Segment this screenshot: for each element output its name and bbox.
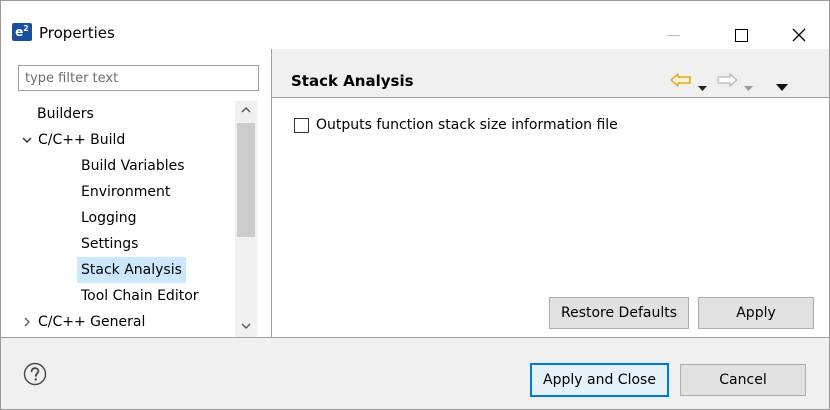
- tree-item-environment[interactable]: Environment: [81, 179, 170, 205]
- chevron-up-icon: [241, 107, 251, 113]
- tree-item-label: Environment: [81, 184, 171, 200]
- tree-item-stack-analysis[interactable]: Stack Analysis: [77, 257, 186, 283]
- forward-dropdown[interactable]: [744, 79, 753, 95]
- help-button[interactable]: [23, 362, 47, 390]
- chevron-right-icon[interactable]: [20, 315, 34, 329]
- page-header: Stack Analysis: [272, 49, 829, 97]
- tree-item-tool-chain-editor[interactable]: Tool Chain Editor: [81, 283, 199, 309]
- stack-info-label: Outputs function stack size information …: [316, 117, 618, 133]
- dropdown-arrow-icon: [744, 86, 753, 91]
- tree-item-label: Tool Chain Editor: [81, 288, 199, 304]
- dropdown-arrow-icon: [698, 86, 707, 91]
- left-panel: Builders C/C++ Build Build Variables Env…: [1, 49, 271, 337]
- title-bar: e2 Properties: [1, 1, 829, 49]
- minimize-icon: [666, 34, 680, 36]
- tree-item-logging[interactable]: Logging: [81, 205, 137, 231]
- app-icon: e2: [12, 23, 32, 41]
- tree-item-label: Builders: [37, 106, 94, 122]
- window-title: Properties: [39, 24, 115, 42]
- property-tree: Builders C/C++ Build Build Variables Env…: [18, 101, 258, 335]
- stack-info-option[interactable]: Outputs function stack size information …: [294, 116, 618, 134]
- minimize-button[interactable]: [651, 15, 695, 49]
- tree-item-build-variables[interactable]: Build Variables: [81, 153, 185, 179]
- restore-defaults-button[interactable]: Restore Defaults: [549, 297, 689, 329]
- tree-scrollbar[interactable]: [235, 101, 257, 337]
- tree-item-cc-build[interactable]: C/C++ Build: [18, 127, 125, 153]
- help-icon: [23, 362, 47, 386]
- forward-arrow-icon: [717, 73, 738, 87]
- scroll-thumb[interactable]: [237, 123, 255, 237]
- tree-item-label: C/C++ Build: [38, 132, 126, 148]
- back-arrow-icon: [670, 73, 691, 87]
- back-button[interactable]: [670, 73, 692, 91]
- properties-window: e2 Properties Builders C/C++ Build Build…: [0, 0, 830, 410]
- apply-button[interactable]: Apply: [698, 297, 814, 329]
- tree-item-settings[interactable]: Settings: [81, 231, 138, 257]
- scroll-up-button[interactable]: [235, 101, 257, 119]
- tree-item-label: Stack Analysis: [81, 262, 182, 278]
- maximize-icon: [734, 28, 748, 42]
- filter-input[interactable]: [18, 65, 259, 91]
- tree-item-label: C/C++ General: [38, 314, 146, 330]
- chevron-down-icon[interactable]: [20, 133, 34, 147]
- cancel-button[interactable]: Cancel: [680, 364, 806, 396]
- tree-item-label: Build Variables: [81, 158, 185, 174]
- view-menu-button[interactable]: [776, 79, 788, 95]
- close-button[interactable]: [777, 15, 821, 49]
- maximize-button[interactable]: [719, 15, 763, 49]
- view-menu-icon: [776, 84, 788, 91]
- dialog-footer: Apply and Close Cancel: [1, 338, 829, 409]
- page-content: Outputs function stack size information …: [272, 98, 829, 337]
- scroll-down-button[interactable]: [235, 317, 257, 335]
- tree-item-builders[interactable]: Builders: [37, 101, 94, 127]
- chevron-down-icon: [241, 323, 251, 329]
- forward-button[interactable]: [716, 73, 738, 91]
- tree-item-label: Logging: [81, 210, 137, 226]
- page-title: Stack Analysis: [291, 72, 414, 90]
- apply-and-close-button[interactable]: Apply and Close: [530, 363, 669, 397]
- back-dropdown[interactable]: [698, 79, 707, 95]
- close-icon: [792, 28, 806, 42]
- tree-item-label: Settings: [81, 236, 139, 252]
- stack-info-checkbox[interactable]: [294, 117, 309, 133]
- tree-item-cc-general[interactable]: C/C++ General: [18, 309, 145, 335]
